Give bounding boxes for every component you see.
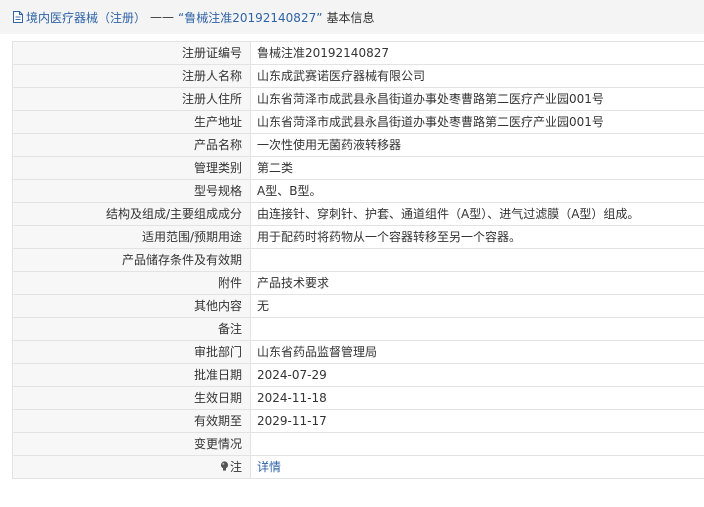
title-suffix: 基本信息 bbox=[326, 10, 375, 25]
table-row: 批准日期 2024-07-29 bbox=[12, 363, 704, 387]
row-label: 附件 bbox=[12, 271, 251, 295]
row-value: 无 bbox=[250, 294, 704, 318]
row-value: 2024-07-29 bbox=[250, 363, 704, 387]
row-value: 2029-11-17 bbox=[250, 409, 704, 433]
table-row: 适用范围/预期用途 用于配药时将药物从一个容器转移至另一个容器。 bbox=[12, 225, 704, 249]
note-value-cell: 详情 bbox=[250, 455, 704, 479]
row-value: 山东省菏泽市成武县永昌街道办事处枣曹路第二医疗产业园001号 bbox=[250, 87, 704, 111]
row-value: 产品技术要求 bbox=[250, 271, 704, 295]
row-value: A型、B型。 bbox=[250, 179, 704, 203]
title-separator: —— bbox=[150, 10, 175, 24]
row-label: 型号规格 bbox=[12, 179, 251, 203]
title-registration-number: “鲁械注准20192140827” bbox=[178, 10, 323, 25]
row-value: 2024-11-18 bbox=[250, 386, 704, 410]
row-value: 鲁械注准20192140827 bbox=[250, 41, 704, 65]
row-value bbox=[250, 248, 704, 272]
row-value: 第二类 bbox=[250, 156, 704, 180]
row-label: 注册人名称 bbox=[12, 64, 251, 88]
row-label: 有效期至 bbox=[12, 409, 251, 433]
table-row: 生产地址 山东省菏泽市成武县永昌街道办事处枣曹路第二医疗产业园001号 bbox=[12, 110, 704, 134]
row-label: 生产地址 bbox=[12, 110, 251, 134]
row-value: 用于配药时将药物从一个容器转移至另一个容器。 bbox=[250, 225, 704, 249]
registration-info-table: 注册证编号 鲁械注准20192140827 注册人名称 山东成武赛诺医疗器械有限公司注… bbox=[12, 41, 704, 479]
table-row: 审批部门 山东省药品监督管理局 bbox=[12, 340, 704, 364]
title-category: 境内医疗器械（注册） bbox=[26, 10, 147, 25]
note-label: 注 bbox=[229, 460, 242, 474]
table-row: 注册人名称 山东成武赛诺医疗器械有限公司 bbox=[12, 64, 704, 88]
row-label: 备注 bbox=[12, 317, 251, 341]
table-row: 变更情况 bbox=[12, 432, 704, 456]
table-row: 有效期至 2029-11-17 bbox=[12, 409, 704, 433]
row-label: 其他内容 bbox=[12, 294, 251, 318]
row-value bbox=[250, 317, 704, 341]
row-value: 由连接针、穿刺针、护套、通道组件（A型）、进气过滤膜（A型）组成。 bbox=[250, 202, 704, 226]
document-icon bbox=[12, 10, 24, 24]
row-label: 批准日期 bbox=[12, 363, 251, 387]
row-label: 注册人住所 bbox=[12, 87, 251, 111]
row-value: 山东成武赛诺医疗器械有限公司 bbox=[250, 64, 704, 88]
details-link[interactable]: 详情 bbox=[257, 460, 281, 474]
table-row: 注册人住所 山东省菏泽市成武县永昌街道办事处枣曹路第二医疗产业园001号 bbox=[12, 87, 704, 111]
table-row: 结构及组成/主要组成成分 由连接针、穿刺针、护套、通道组件（A型）、进气过滤膜（A… bbox=[12, 202, 704, 226]
row-label: 审批部门 bbox=[12, 340, 251, 364]
table-row: 生效日期 2024-11-18 bbox=[12, 386, 704, 410]
page-title-bar: 境内医疗器械（注册） —— “鲁械注准20192140827” 基本信息 bbox=[0, 0, 704, 34]
row-label: 变更情况 bbox=[12, 432, 251, 456]
row-label: 产品储存条件及有效期 bbox=[12, 248, 251, 272]
table-row: 其他内容无 bbox=[12, 294, 704, 318]
row-label: 结构及组成/主要组成成分 bbox=[12, 202, 251, 226]
row-value: 山东省药品监督管理局 bbox=[250, 340, 704, 364]
row-value: 山东省菏泽市成武县永昌街道办事处枣曹路第二医疗产业园001号 bbox=[250, 110, 704, 134]
row-label: 生效日期 bbox=[12, 386, 251, 410]
table-row: 产品储存条件及有效期 bbox=[12, 248, 704, 272]
row-label: 产品名称 bbox=[12, 133, 251, 157]
table-row: 产品名称 一次性使用无菌药液转移器 bbox=[12, 133, 704, 157]
lightbulb-icon bbox=[220, 457, 229, 471]
row-label: 适用范围/预期用途 bbox=[12, 225, 251, 249]
table-row: 附件 产品技术要求 bbox=[12, 271, 704, 295]
table-row: 注册证编号 鲁械注准20192140827 bbox=[12, 41, 704, 65]
table-row: 备注 bbox=[12, 317, 704, 341]
table-row: 管理类别 第二类 bbox=[12, 156, 704, 180]
row-value: 一次性使用无菌药液转移器 bbox=[250, 133, 704, 157]
row-label: 管理类别 bbox=[12, 156, 251, 180]
row-value bbox=[250, 432, 704, 456]
note-row: 注 详情 bbox=[12, 455, 704, 479]
note-label-cell: 注 bbox=[12, 455, 251, 479]
row-label: 注册证编号 bbox=[12, 41, 251, 65]
table-row: 型号规格 A型、B型。 bbox=[12, 179, 704, 203]
